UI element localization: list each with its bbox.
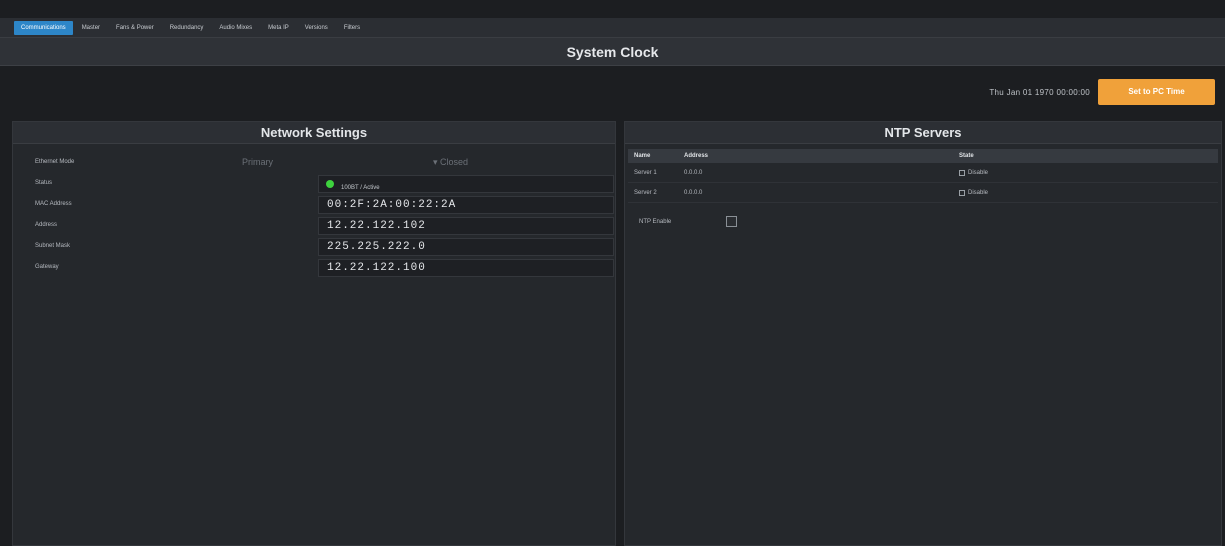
tab-audio-mixes[interactable]: Audio Mixes <box>212 21 259 35</box>
ethernet-mode-label: Ethernet Mode <box>35 159 75 165</box>
server-address[interactable]: 0.0.0.0 <box>678 190 953 196</box>
address-field[interactable]: 12.22.122.102 <box>318 217 614 235</box>
mac-address-label: MAC Address <box>35 201 72 207</box>
mac-address-field: 00:2F:2A:00:22:2A <box>318 196 614 214</box>
tab-fans-power[interactable]: Fans & Power <box>109 21 161 35</box>
mac-address-row: MAC Address 00:2F:2A:00:22:2A <box>13 194 615 215</box>
gateway-label: Gateway <box>35 264 59 270</box>
network-settings-panel: Network Settings Ethernet Mode Primary ▾… <box>12 121 616 546</box>
subnet-mask-row: Subnet Mask 225.225.222.0 <box>13 236 615 257</box>
ethernet-mode-primary[interactable]: Primary <box>242 157 273 167</box>
server-name: Server 2 <box>634 189 657 196</box>
tab-communications[interactable]: Communications <box>14 20 73 35</box>
column-state: State <box>959 153 974 159</box>
tab-master[interactable]: Master <box>75 21 107 35</box>
set-to-pc-time-button[interactable]: Set to PC Time <box>1098 79 1215 105</box>
ethernet-mode-row: Ethernet Mode Primary ▾ Closed <box>13 152 615 173</box>
ntp-enable-label: NTP Enable <box>639 219 672 225</box>
system-clock-title: System Clock <box>0 38 1225 66</box>
checkbox-icon[interactable] <box>959 189 965 196</box>
server-state-label: Disable <box>968 189 989 196</box>
ntp-enable-row: NTP Enable <box>625 211 1221 233</box>
ethernet-mode-dropdown[interactable]: ▾ Closed <box>433 157 468 168</box>
tab-filters[interactable]: Filters <box>337 21 367 35</box>
address-label: Address <box>35 222 58 228</box>
gateway-field[interactable]: 12.22.122.100 <box>318 259 614 277</box>
tab-versions[interactable]: Versions <box>298 21 335 35</box>
network-settings-title: Network Settings <box>13 122 615 144</box>
subnet-mask-field[interactable]: 225.225.222.0 <box>318 238 614 256</box>
ntp-table-header: Name Address State <box>628 149 1218 163</box>
server-state[interactable]: Disable <box>953 169 989 176</box>
checkbox-icon[interactable] <box>959 169 965 176</box>
ntp-servers-panel: NTP Servers Name Address State Server 1 … <box>624 121 1222 546</box>
column-address: Address <box>684 153 709 159</box>
server-name: Server 1 <box>634 169 657 176</box>
column-name: Name <box>634 153 651 159</box>
status-label: Status <box>35 180 53 186</box>
tab-bar: Communications Master Fans & Power Redun… <box>0 18 1225 38</box>
system-clock-row: Thu Jan 01 1970 00:00:00 Set to PC Time <box>0 66 1225 116</box>
table-row: Server 1 0.0.0.0 Disable <box>628 163 1218 183</box>
ntp-table: Name Address State Server 1 0.0.0.0 Disa… <box>628 149 1218 203</box>
ntp-servers-title: NTP Servers <box>625 122 1221 144</box>
table-row: Server 2 0.0.0.0 Disable <box>628 183 1218 203</box>
ntp-enable-checkbox[interactable] <box>726 216 737 227</box>
gateway-row: Gateway 12.22.122.100 <box>13 257 615 278</box>
status-row: Status 100BT / Active <box>13 173 615 194</box>
tab-meta-ip[interactable]: Meta IP <box>261 21 296 35</box>
current-time: Thu Jan 01 1970 00:00:00 <box>989 88 1090 97</box>
subnet-mask-label: Subnet Mask <box>35 243 71 249</box>
server-address[interactable]: 0.0.0.0 <box>678 170 953 176</box>
status-field: 100BT / Active <box>318 175 614 193</box>
address-row: Address 12.22.122.102 <box>13 215 615 236</box>
tab-redundancy[interactable]: Redundancy <box>163 21 211 35</box>
status-led-icon <box>326 180 334 188</box>
server-state[interactable]: Disable <box>953 189 989 196</box>
server-state-label: Disable <box>968 169 989 176</box>
